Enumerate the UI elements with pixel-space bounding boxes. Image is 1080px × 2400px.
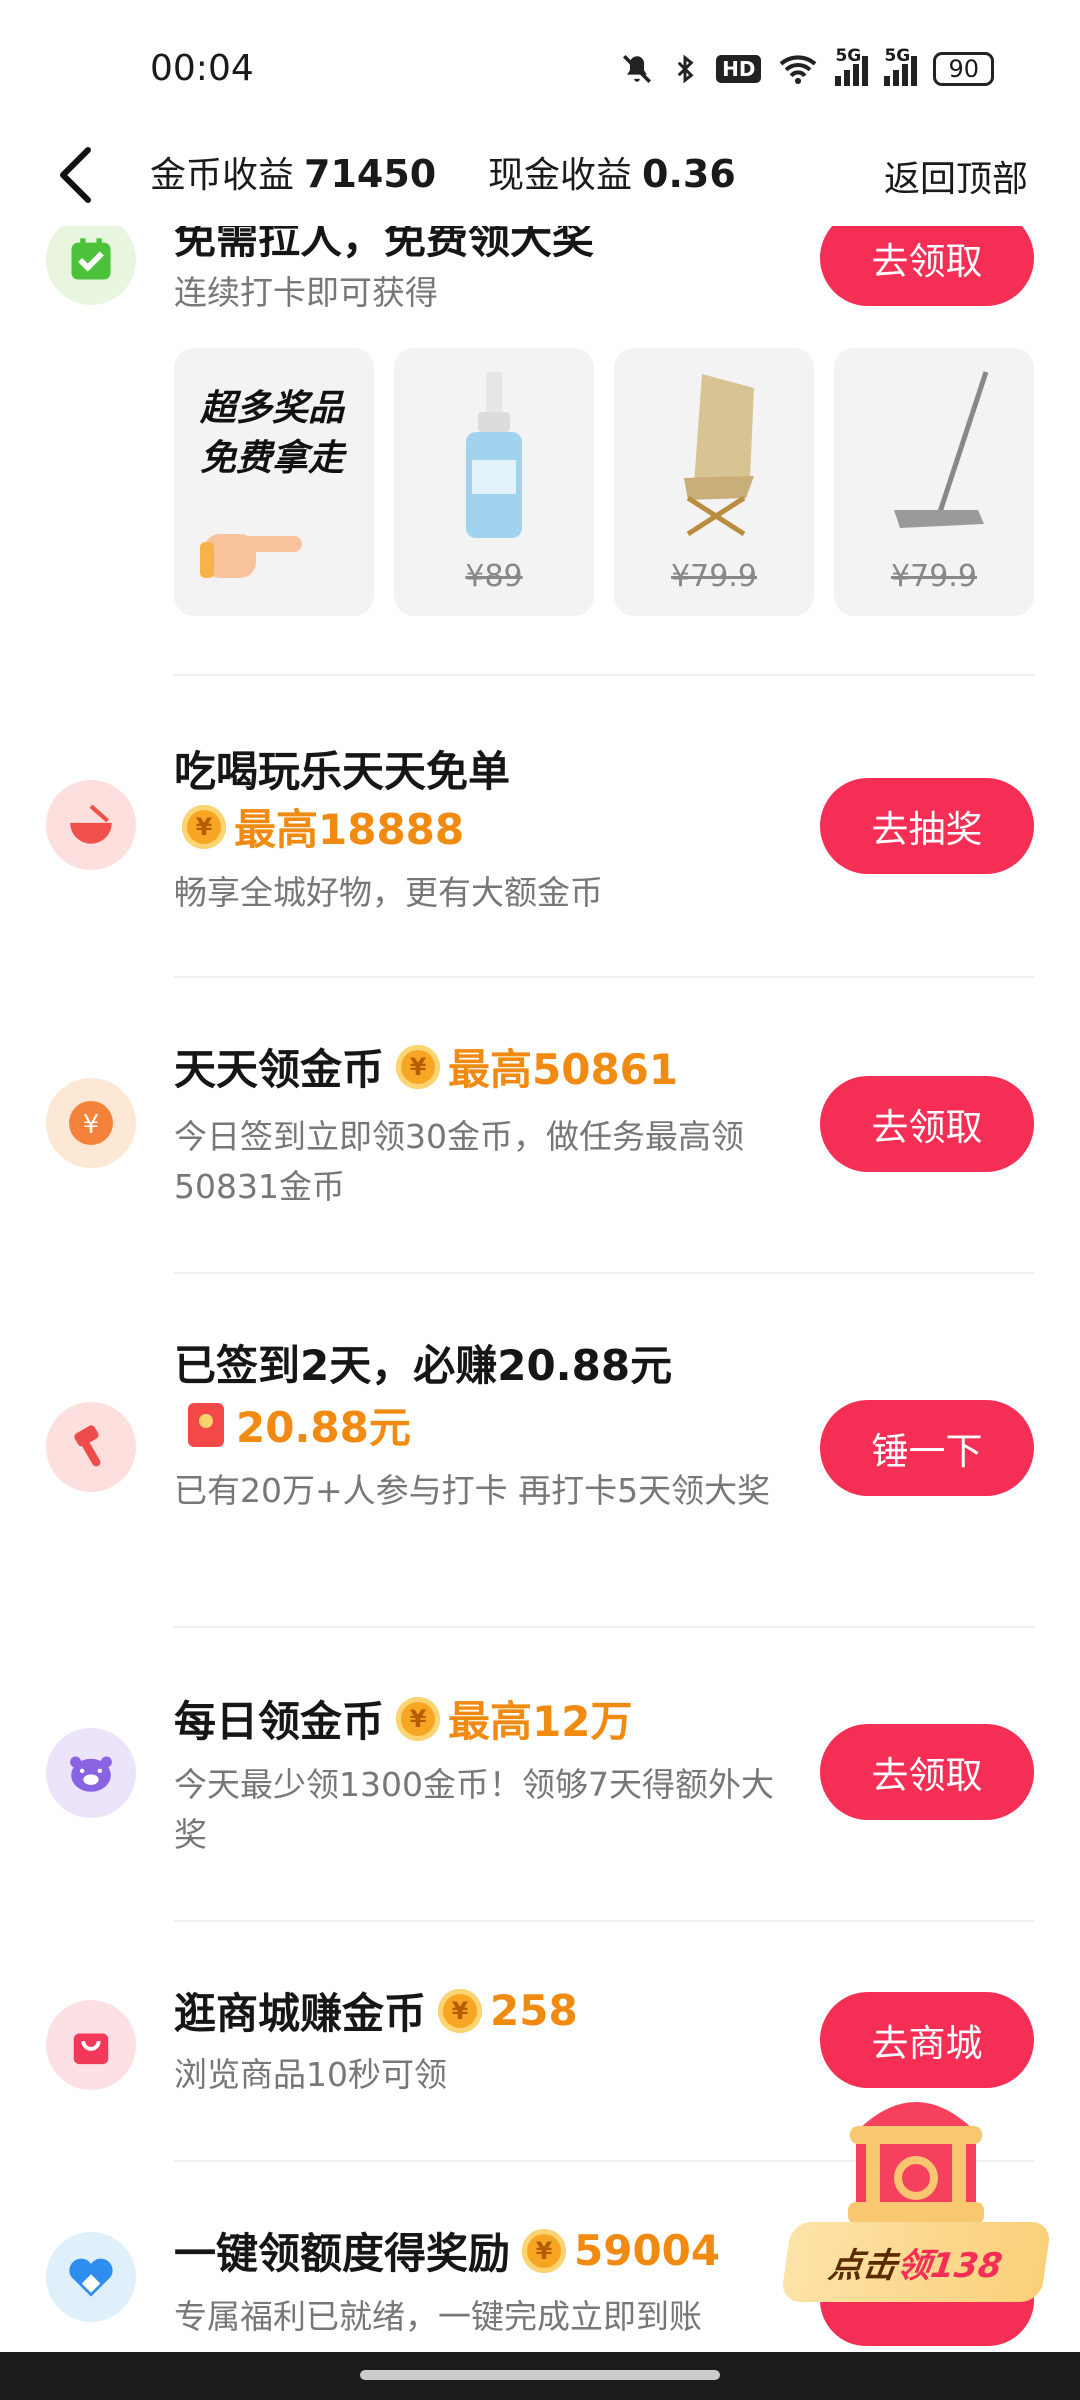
promo-line-1: 超多奖品 — [200, 388, 345, 429]
cash-earnings: 现金收益 0.36 — [488, 152, 736, 196]
coin-earnings: 金币收益 71450 — [150, 152, 437, 196]
home-indicator[interactable] — [360, 2370, 720, 2380]
task-desc: 今日签到立即领30金币，做任务最高领50831金币 — [174, 1117, 744, 1206]
hammer-icon — [46, 1402, 136, 1492]
red-packet-icon — [188, 1402, 224, 1447]
task-desc: 浏览商品10秒可领 — [174, 2055, 447, 2094]
task-title: 每日领金币 ¥ 最高12万 — [174, 1696, 633, 1746]
status-time: 00:04 — [150, 48, 254, 89]
status-bar: 00:04 HD 5G 5G 90 — [0, 0, 1080, 130]
divider — [174, 976, 1034, 978]
divider — [174, 674, 1034, 676]
claim-button[interactable]: 去领取 — [820, 1076, 1034, 1172]
task-desc: 畅享全城好物，更有大额金币 — [174, 873, 603, 912]
heart-app-icon — [46, 2232, 136, 2322]
wifi-icon — [780, 55, 817, 84]
task-reward: ¥ 最高18888 — [174, 796, 464, 857]
battery-indicator: 90 — [933, 52, 994, 86]
bowl-icon — [46, 780, 136, 870]
shopping-bag-icon — [46, 2000, 136, 2090]
treasure-chest-icon — [848, 2102, 984, 2224]
task-desc: 专属福利已就绪，一键完成立即到账 — [174, 2297, 702, 2336]
system-navigation-bar — [0, 2352, 1080, 2400]
signal-icon-1: 5G — [835, 46, 869, 86]
divider — [174, 1272, 1034, 1274]
floating-reward-label[interactable]: 点击 领138 — [780, 2222, 1052, 2302]
promo-card[interactable]: 超多奖品 免费拿走 — [174, 348, 374, 616]
lottery-button[interactable]: 去抽奖 — [820, 778, 1034, 874]
task-desc: 已有20万+人参与打卡 再打卡5天领大奖 — [174, 1471, 771, 1510]
product-price: ¥79.9 — [891, 559, 977, 594]
bluetooth-icon — [677, 54, 694, 84]
mop-image — [894, 371, 989, 528]
product-card-serum[interactable]: ¥89 — [394, 348, 594, 616]
back-to-top-button[interactable]: 返回顶部 — [884, 150, 1028, 202]
serum-bottle-image — [466, 372, 522, 538]
hd-icon: HD — [716, 55, 762, 83]
checkin-icon — [46, 215, 136, 305]
hammer-button[interactable]: 锤一下 — [820, 1400, 1034, 1496]
task-title: 一键领额度得奖励 ¥59004 — [174, 2226, 721, 2278]
mute-icon — [623, 54, 652, 84]
coin-icon: ¥ — [182, 804, 226, 849]
signal-icon-2: 5G — [884, 46, 918, 86]
floating-reward-widget[interactable]: 点击 领138 — [780, 2082, 1052, 2382]
pointing-hand-icon — [200, 534, 302, 578]
cash-earnings-value: 0.36 — [642, 152, 736, 196]
yuan-coin-icon: ¥ — [46, 1078, 136, 1168]
piggy-bank-icon — [46, 1728, 136, 1818]
task-title: 逛商城赚金币 ¥258 — [174, 1986, 578, 2038]
coin-icon: ¥ — [396, 1044, 441, 1089]
claim-button[interactable]: 去领取 — [820, 1724, 1034, 1820]
product-price: ¥79.9 — [671, 559, 757, 594]
header-fade — [0, 210, 1080, 226]
task-title: 吃喝玩乐天天免单 — [174, 747, 511, 796]
back-arrow-icon[interactable] — [48, 140, 108, 210]
folding-chair-image — [684, 374, 754, 537]
task-desc: 今天最少领1300金币！领够7天得额外大奖 — [174, 1765, 774, 1854]
task-title: 已签到2天，必赚20.88元 — [174, 1341, 673, 1390]
promo-line-2: 免费拿走 — [200, 438, 345, 479]
product-price: ¥89 — [465, 559, 523, 594]
svg-text:¥: ¥ — [83, 1110, 100, 1140]
task-reward: 20.88元 — [174, 1394, 411, 1455]
coin-earnings-value: 71450 — [304, 152, 437, 196]
divider — [174, 1920, 1034, 1922]
divider — [174, 1626, 1034, 1628]
product-card-mop[interactable]: ¥79.9 — [834, 348, 1034, 616]
status-icons: HD 5G 5G 90 — [620, 46, 994, 86]
coin-icon: ¥ — [396, 1696, 441, 1741]
task-title: 天天领金币 ¥ 最高50861 — [174, 1044, 679, 1094]
product-card-chair[interactable]: ¥79.9 — [614, 348, 814, 616]
task-desc: 连续打卡即可获得 — [174, 273, 438, 312]
coin-icon: ¥ — [522, 2228, 567, 2273]
coin-icon: ¥ — [438, 1988, 483, 2033]
mall-button[interactable]: 去商城 — [820, 1992, 1034, 2088]
